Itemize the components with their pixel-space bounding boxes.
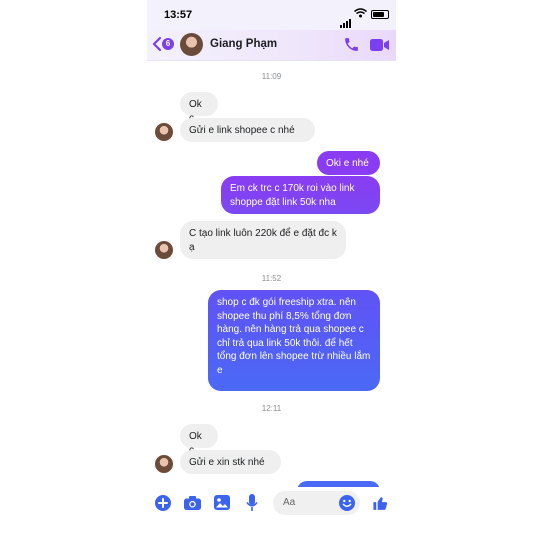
plus-circle-icon[interactable] (155, 495, 171, 511)
status-time: 13:57 (164, 9, 193, 21)
timestamp: 12:11 (261, 404, 282, 413)
wifi-icon (354, 8, 367, 18)
contact-name[interactable]: Giang Phạm (210, 38, 277, 50)
contact-avatar[interactable] (180, 33, 203, 56)
timestamp: 11:52 (261, 274, 282, 283)
sender-avatar (155, 455, 173, 473)
signal-icon (340, 10, 352, 28)
phone-icon[interactable] (343, 36, 360, 53)
microphone-icon[interactable] (246, 494, 258, 512)
video-camera-icon[interactable] (370, 38, 390, 52)
battery-icon (371, 10, 389, 19)
incoming-message[interactable]: Gửi e link shopee c nhé (180, 118, 315, 142)
sender-avatar (155, 241, 173, 259)
incoming-message[interactable]: Ok c (180, 92, 218, 124)
incoming-message[interactable]: C tạo link luôn 220k để e đặt đc k ạ (180, 221, 346, 259)
outgoing-message[interactable]: Oki e nhé (317, 151, 380, 175)
thumbs-up-icon[interactable] (372, 495, 389, 512)
incoming-message[interactable]: Ok c (180, 424, 218, 456)
chevron-left-icon (152, 36, 162, 52)
incoming-message[interactable]: Gửi e xin stk nhé (180, 450, 281, 474)
back-button[interactable] (152, 36, 162, 56)
outgoing-message[interactable]: Em ck trc c 170k roi vào link shoppe đặt… (221, 176, 380, 214)
status-bar: 13:57 (147, 0, 396, 30)
timestamp: 11:09 (261, 72, 282, 81)
smiley-icon[interactable] (339, 495, 355, 511)
image-icon[interactable] (214, 495, 230, 510)
message-input[interactable]: Aa (273, 491, 360, 515)
messenger-screen: 13:57 6 Giang Phạm 11:09 Ok c Gửi (147, 0, 396, 543)
chat-header: 6 Giang Phạm (147, 30, 396, 61)
unread-count-badge: 6 (162, 38, 174, 50)
message-composer: Aa (147, 487, 396, 520)
sender-avatar (155, 123, 173, 141)
message-input-placeholder: Aa (283, 497, 296, 508)
outgoing-message[interactable]: shop c đk gói freeship xtra. nên shopee … (208, 290, 380, 391)
camera-icon[interactable] (184, 496, 201, 510)
